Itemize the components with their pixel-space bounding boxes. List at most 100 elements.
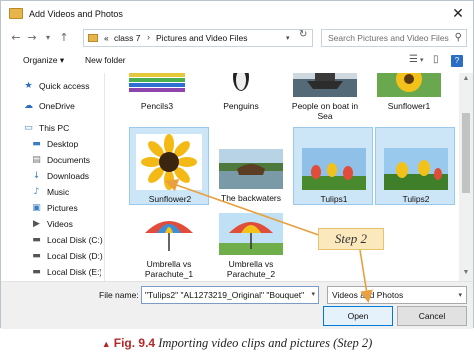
- downloads-icon: ↓: [32, 171, 41, 181]
- sidebar-item-onedrive[interactable]: ☁ OneDrive: [1, 99, 101, 115]
- refresh-icon[interactable]: ↻: [299, 29, 307, 40]
- desktop-icon: ▬: [32, 139, 41, 149]
- sidebar-item-label: Pictures: [47, 203, 78, 213]
- new-folder-button[interactable]: New folder: [85, 55, 126, 65]
- organize-button[interactable]: Organize ▾: [23, 55, 64, 66]
- disk-icon: ▬: [32, 251, 41, 261]
- breadcrumb-pictures-video[interactable]: Pictures and Video Files: [156, 33, 248, 43]
- sidebar-item-disk-e[interactable]: ▬ Local Disk (E:): [1, 265, 101, 277]
- search-input[interactable]: Search Pictures and Video Files ⚲: [321, 29, 467, 47]
- thumbnail-image: [209, 73, 273, 97]
- sidebar-item-downloads[interactable]: ↓ Downloads: [1, 169, 101, 185]
- pictures-icon: ▣: [32, 203, 41, 213]
- file-tile-umbrella-parachute-2[interactable]: Umbrella vs Parachute_2: [211, 213, 291, 281]
- triangle-icon: ▲: [101, 339, 111, 349]
- file-tile-people-on-boat[interactable]: People on boat in Sea: [285, 73, 365, 131]
- sidebar-item-label: Downloads: [47, 171, 90, 181]
- open-file-dialog: Add Videos and Photos ✕ ← → ▾ ↑ « class …: [0, 0, 474, 329]
- vertical-scrollbar[interactable]: ▲ ▼: [459, 73, 473, 281]
- sidebar-item-label: Videos: [47, 219, 73, 229]
- command-bar: Organize ▾ New folder ☰ ▾ ▯ ?: [1, 51, 473, 71]
- file-tile-tulips1[interactable]: Tulips1: [293, 127, 373, 205]
- thumbnail-image: [302, 148, 366, 190]
- file-name: Tulips1: [320, 194, 348, 204]
- sidebar-item-desktop[interactable]: ▬ Desktop: [1, 137, 101, 153]
- sidebar-item-documents[interactable]: ▤ Documents: [1, 153, 101, 169]
- close-icon[interactable]: ✕: [449, 5, 467, 23]
- scrollbar-thumb[interactable]: [462, 113, 470, 193]
- file-tile-the-backwaters[interactable]: The backwaters: [211, 127, 291, 205]
- scroll-down-arrow[interactable]: ▼: [459, 269, 473, 276]
- music-icon: ♪: [33, 187, 40, 197]
- address-overflow[interactable]: «: [104, 33, 109, 43]
- sidebar-item-label: Local Disk (E:): [47, 267, 101, 277]
- thumbnail-image: [219, 149, 283, 189]
- help-icon[interactable]: ?: [451, 55, 463, 67]
- sidebar-item-label: Desktop: [47, 139, 79, 149]
- chevron-down-icon[interactable]: ▾: [420, 56, 424, 64]
- thumbnail-image: [219, 213, 283, 255]
- sidebar-item-label: Local Disk (C:): [47, 235, 103, 245]
- chevron-down-icon[interactable]: ▾: [458, 291, 462, 299]
- forward-arrow-icon[interactable]: →: [25, 31, 39, 45]
- sidebar-item-disk-d[interactable]: ▬ Local Disk (D:): [1, 249, 103, 265]
- open-button[interactable]: Open: [323, 306, 393, 326]
- address-field[interactable]: « class 7 › Pictures and Video Files ▾: [83, 29, 313, 47]
- computer-icon: ▭: [24, 123, 33, 133]
- file-name-bar: File name: "Tulips2" "AL1273219_Original…: [1, 281, 473, 329]
- sidebar-item-label: Music: [47, 187, 70, 197]
- cloud-icon: ☁: [24, 101, 33, 111]
- file-tile-umbrella-parachute-1[interactable]: Umbrella vs Parachute_1: [129, 213, 209, 281]
- file-tile-sunflower1[interactable]: Sunflower1: [369, 73, 449, 121]
- file-name-input[interactable]: "Tulips2" "AL1273219_Original" "Bouquet"…: [141, 286, 319, 304]
- sidebar-item-disk-c[interactable]: ▬ Local Disk (C:): [1, 233, 103, 249]
- thumbnail-image: [136, 134, 202, 190]
- sidebar-item-quick-access[interactable]: ★ Quick access: [1, 79, 101, 95]
- recent-locations-icon[interactable]: ▾: [41, 31, 55, 45]
- file-name: Tulips2: [402, 194, 430, 204]
- folder-icon: [88, 34, 98, 42]
- sidebar-item-label: This PC: [39, 123, 70, 133]
- videos-icon: ▶: [33, 219, 40, 229]
- file-type-select[interactable]: Videos and Photos ▾: [327, 286, 467, 304]
- chevron-right-icon[interactable]: ›: [147, 32, 150, 42]
- back-arrow-icon[interactable]: ←: [9, 31, 23, 45]
- file-tile-sunflower2[interactable]: Sunflower2: [129, 127, 209, 205]
- preview-pane-icon[interactable]: ▯: [433, 54, 439, 65]
- disk-icon: ▬: [32, 267, 41, 277]
- file-list: Pencils3 Penguins People on boat in Sea …: [109, 73, 459, 281]
- file-name-label: File name:: [99, 290, 139, 300]
- chevron-down-icon[interactable]: ▾: [286, 34, 290, 42]
- window-title: Add Videos and Photos: [29, 9, 123, 19]
- file-type-value: Videos and Photos: [332, 290, 404, 300]
- file-name-value: "Tulips2" "AL1273219_Original" "Bouquet"…: [145, 290, 305, 300]
- search-icon[interactable]: ⚲: [455, 32, 462, 43]
- up-arrow-icon[interactable]: ↑: [57, 31, 71, 45]
- chevron-down-icon[interactable]: ▾: [311, 290, 315, 298]
- view-options-icon[interactable]: ☰: [409, 54, 418, 65]
- cancel-button[interactable]: Cancel: [397, 306, 467, 326]
- title-bar: Add Videos and Photos ✕: [1, 1, 473, 27]
- sidebar-item-music[interactable]: ♪ Music: [1, 185, 101, 201]
- file-name: Umbrella vs Parachute_2: [226, 259, 276, 279]
- file-name: Sunflower1: [387, 101, 431, 111]
- thumbnail-image: [377, 73, 441, 97]
- file-tile-tulips2[interactable]: Tulips2: [375, 127, 455, 205]
- sidebar-item-videos[interactable]: ▶ Videos: [1, 217, 101, 233]
- search-placeholder: Search Pictures and Video Files: [328, 33, 449, 43]
- file-tile-penguins[interactable]: Penguins: [201, 73, 281, 121]
- thumbnail-image: [125, 73, 189, 97]
- thumbnail-image: [384, 148, 448, 190]
- sidebar-item-label: Documents: [47, 155, 90, 165]
- thumbnail-image: [293, 73, 357, 97]
- file-tile-pencils3[interactable]: Pencils3: [117, 73, 197, 121]
- caption-text: Importing video clips and pictures (Step…: [158, 336, 373, 350]
- sidebar-item-this-pc[interactable]: ▭ This PC: [1, 121, 101, 137]
- file-name: Penguins: [223, 101, 259, 111]
- sidebar-item-pictures[interactable]: ▣ Pictures: [1, 201, 101, 217]
- star-icon: ★: [24, 81, 33, 91]
- breadcrumb-class7[interactable]: class 7: [114, 33, 140, 43]
- scroll-up-arrow[interactable]: ▲: [459, 75, 473, 82]
- file-name: The backwaters: [221, 193, 281, 203]
- sidebar-item-label: Local Disk (D:): [47, 251, 103, 261]
